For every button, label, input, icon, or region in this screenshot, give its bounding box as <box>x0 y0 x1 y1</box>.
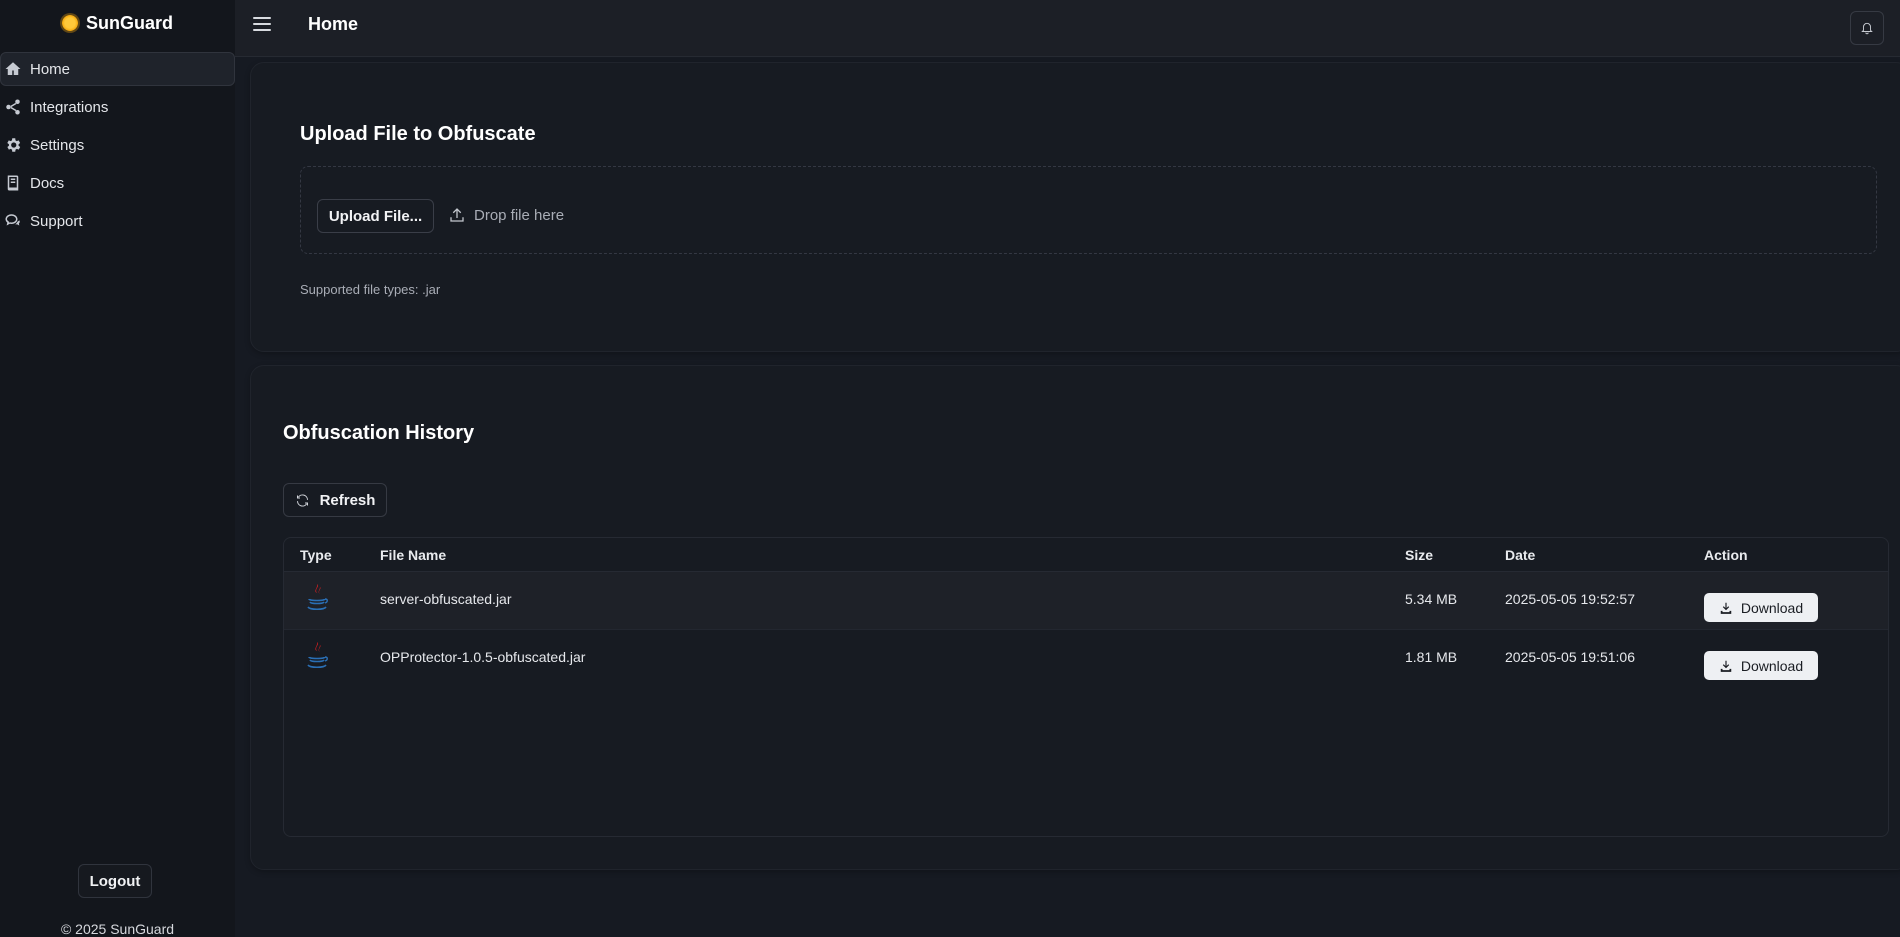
sidebar-item-label: Home <box>30 60 71 78</box>
sun-icon <box>61 15 78 31</box>
sidebar-item-label: Docs <box>30 174 65 192</box>
brand-logo[interactable]: SunGuard <box>0 0 235 46</box>
file-date: 2025-05-05 19:52:57 <box>1505 591 1635 607</box>
column-header-size[interactable]: Size <box>1405 547 1433 563</box>
home-icon <box>5 62 21 75</box>
sidebar-item-label: Support <box>30 212 83 230</box>
logout-button[interactable]: Logout <box>78 864 152 898</box>
notifications-button[interactable] <box>1850 11 1884 45</box>
upload-card: Upload File to Obfuscate Upload File... … <box>250 62 1900 352</box>
refresh-icon <box>296 493 308 507</box>
gear-icon <box>7 138 21 152</box>
sidebar-item-settings[interactable]: Settings <box>0 128 235 162</box>
drop-hint-text: Drop file here <box>474 206 565 224</box>
table-row[interactable]: OPProtector-1.0.5-obfuscated.jar 1.81 MB… <box>284 630 1888 688</box>
file-size: 5.34 MB <box>1405 591 1458 607</box>
download-button[interactable]: Download <box>1704 593 1818 622</box>
column-header-action: Action <box>1704 547 1748 563</box>
sidebar-item-home[interactable]: Home <box>0 52 235 86</box>
supported-file-types: Supported file types: .jar <box>300 282 441 297</box>
sidebar-item-label: Settings <box>30 136 85 154</box>
refresh-label: Refresh <box>319 491 376 509</box>
sidebar-nav: Home Integrations Settings Docs Support <box>0 52 235 242</box>
hamburger-menu-icon[interactable] <box>253 17 271 31</box>
sidebar-item-integrations[interactable]: Integrations <box>0 90 235 124</box>
file-dropzone[interactable]: Upload File... Drop file here <box>300 166 1877 254</box>
sidebar-item-label: Integrations <box>30 98 109 116</box>
history-table: Type File Name Size Date Action server-o… <box>283 537 1889 837</box>
history-card: Obfuscation History Refresh Type File Na… <box>250 365 1900 870</box>
bell-icon <box>1861 22 1873 35</box>
download-label: Download <box>1740 599 1804 616</box>
share-icon <box>6 99 20 115</box>
sidebar: SunGuard Home Integrations Settings Docs… <box>0 0 235 937</box>
java-icon <box>307 584 328 611</box>
table-header: Type File Name Size Date Action <box>284 538 1888 572</box>
download-button[interactable]: Download <box>1704 651 1818 680</box>
book-icon <box>7 175 19 191</box>
upload-file-button[interactable]: Upload File... <box>317 199 434 233</box>
upload-icon <box>450 208 464 222</box>
top-bar: Home <box>235 0 1900 57</box>
column-header-date[interactable]: Date <box>1505 547 1535 563</box>
file-name: OPProtector-1.0.5-obfuscated.jar <box>380 649 586 665</box>
brand-name: SunGuard <box>85 12 173 33</box>
upload-title: Upload File to Obfuscate <box>300 123 536 145</box>
sidebar-item-docs[interactable]: Docs <box>0 166 235 200</box>
column-header-type[interactable]: Type <box>300 547 332 563</box>
table-row[interactable]: server-obfuscated.jar 5.34 MB 2025-05-05… <box>284 572 1888 630</box>
copyright: © 2025 SunGuard <box>60 921 175 937</box>
drop-hint: Drop file here <box>448 206 564 224</box>
chat-icon <box>5 214 20 226</box>
download-icon <box>1720 602 1732 614</box>
java-icon <box>307 642 328 669</box>
sidebar-item-support[interactable]: Support <box>0 204 235 238</box>
file-size: 1.81 MB <box>1405 649 1458 665</box>
history-title: Obfuscation History <box>283 422 475 444</box>
download-icon <box>1720 660 1732 672</box>
refresh-button[interactable]: Refresh <box>283 483 387 517</box>
download-label: Download <box>1740 657 1804 674</box>
column-header-file-name[interactable]: File Name <box>380 547 446 563</box>
file-date: 2025-05-05 19:51:06 <box>1505 649 1635 665</box>
page-title: Home <box>308 14 359 34</box>
file-name: server-obfuscated.jar <box>380 591 512 607</box>
